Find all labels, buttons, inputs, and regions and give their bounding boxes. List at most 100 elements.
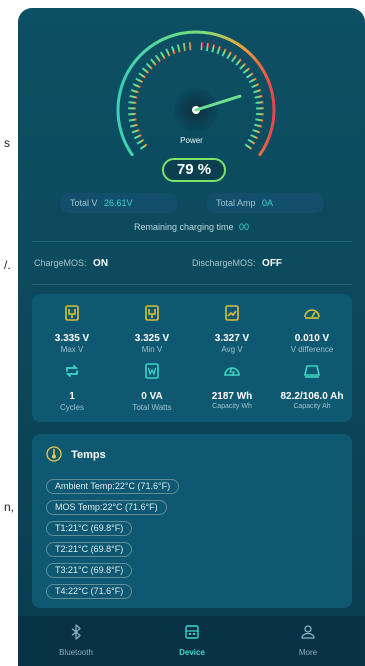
stat-value: 0 VA (141, 391, 163, 402)
gauge-label: Power (180, 136, 203, 145)
gauge-tick (182, 42, 187, 52)
stat-value: 3.335 V (54, 333, 90, 344)
stat-label: Avg V (221, 345, 243, 354)
gauge-tick (154, 54, 162, 63)
stat-value: 82.2/106.0 Ah (280, 391, 344, 402)
gauge-tick (129, 95, 138, 99)
divider (32, 241, 352, 242)
gauge-tick (244, 143, 253, 150)
gauge-tick (255, 112, 264, 116)
bluetooth-icon (71, 624, 81, 640)
total-v-value: 26.61V (104, 198, 133, 208)
stat-label: Capacity Wh (212, 403, 252, 410)
gauge-tick (129, 123, 139, 128)
gauge-tick (221, 48, 227, 57)
remaining-charging-time: Remaining charging time 00 (18, 222, 365, 232)
stat-label: Cycles (59, 403, 84, 412)
speedometer-icon (304, 309, 320, 319)
capacity-wh-icon (224, 367, 240, 377)
total-amp-label: Total Amp (216, 198, 256, 208)
edge-fragment-1: s (4, 136, 10, 150)
app-screen: Power 79 % Total V 26.61V Total Amp 0A R… (18, 8, 365, 666)
gauge-tick (138, 72, 147, 79)
cycles-icon (65, 365, 79, 377)
total-amp-value: 0A (262, 198, 274, 208)
temp-t1: T1:21°C (69.8°F) (46, 521, 133, 536)
user-icon (301, 625, 315, 639)
temps-header: Temps (46, 446, 106, 462)
gauge-tick (188, 42, 192, 51)
tab-label: Bluetooth (59, 648, 93, 657)
gauge-tick (170, 46, 176, 55)
edge-fragment-3: n, (4, 500, 15, 514)
gauge-tick (128, 101, 137, 104)
divider (32, 284, 352, 285)
gauge-tick (130, 89, 139, 94)
tab-label: More (298, 648, 318, 657)
battery-avg-icon (225, 305, 239, 321)
temps-card: Temps Ambient Temp:22°C (71.6°F) MOS Tem… (32, 434, 352, 608)
stat-value: 2187 Wh (211, 391, 253, 402)
stat-min-v: 3.325 V Min V (112, 304, 192, 354)
gauge-tick (159, 51, 166, 60)
temp-ambient: Ambient Temp:22°C (71.6°F) (46, 479, 180, 494)
stat-cycles: 1 Cycles (32, 362, 112, 412)
battery-min-icon (145, 305, 159, 321)
stat-value: 1 (69, 391, 75, 402)
temp-t4: T4:22°C (71.6°F) (46, 584, 133, 599)
stat-v-difference: 0.010 V V difference (272, 304, 352, 354)
gauge-tick (132, 83, 141, 89)
temps-title: Temps (71, 449, 106, 461)
device-icon (185, 625, 199, 639)
watts-icon (145, 363, 159, 379)
gauge-tick (150, 58, 157, 66)
gauge-tick (255, 118, 264, 122)
gauge-tick (141, 67, 150, 74)
battery-max-icon (65, 305, 79, 321)
gauge-tick (254, 95, 263, 99)
gauge-tick (128, 118, 137, 122)
gauge-tick (139, 143, 148, 150)
capacity-ah-icon (304, 365, 320, 378)
charge-mos-label: ChargeMOS: (34, 258, 87, 268)
temp-mos: MOS Temp:22°C (71.6°F) (46, 500, 167, 515)
temp-t2: T2:21°C (69.8°F) (46, 542, 133, 557)
charge-mos-value: ON (93, 258, 109, 269)
gauge-tick (205, 42, 210, 52)
gauge-tick (165, 48, 171, 57)
discharge-mos-value: OFF (262, 258, 283, 269)
tab-label: Device (179, 648, 205, 657)
discharge-mos-label: DischargeMOS: (192, 258, 256, 268)
stat-label: Capacity Ah (293, 403, 331, 410)
total-v-pill: Total V 26.61V (60, 193, 178, 213)
gauge-tick (251, 83, 260, 89)
stat-capacity-wh: 2187 Wh Capacity Wh (192, 362, 272, 410)
stat-value: 0.010 V (294, 333, 330, 344)
gauge-tick (131, 128, 140, 134)
stat-value: 3.325 V (134, 333, 170, 344)
gauge-tick (248, 77, 257, 84)
edge-fragment-2: /. (4, 258, 11, 272)
temp-t3: T3:21°C (69.8°F) (46, 563, 133, 578)
gauge-tick (253, 89, 262, 94)
tab-device[interactable]: Device (134, 616, 250, 666)
stat-label: Total Watts (132, 403, 172, 412)
gauge-tick (135, 77, 144, 84)
stat-label: V difference (290, 345, 334, 354)
stats-card: 3.335 V Max V 3.325 V Min V 3.327 V Avg … (32, 294, 352, 422)
tab-more[interactable]: More (250, 616, 365, 666)
gauge-tick (211, 44, 216, 53)
tab-bluetooth[interactable]: Bluetooth (18, 616, 134, 666)
stat-total-watts: 0 VA Total Watts (112, 362, 192, 412)
gauge-tick (200, 42, 204, 51)
stat-avg-v: 3.327 V Avg V (192, 304, 272, 354)
gauge-tick (252, 128, 261, 134)
gauge-tick (253, 123, 263, 128)
stat-value: 3.327 V (214, 333, 250, 344)
gauge-tick (230, 54, 238, 63)
total-v-label: Total V (70, 198, 98, 208)
stat-label: Max V (60, 345, 84, 354)
gauge-tick (128, 112, 137, 116)
stat-capacity-ah: 82.2/106.0 Ah Capacity Ah (272, 362, 352, 410)
bottom-tab-bar: Bluetooth Device More (18, 616, 365, 666)
